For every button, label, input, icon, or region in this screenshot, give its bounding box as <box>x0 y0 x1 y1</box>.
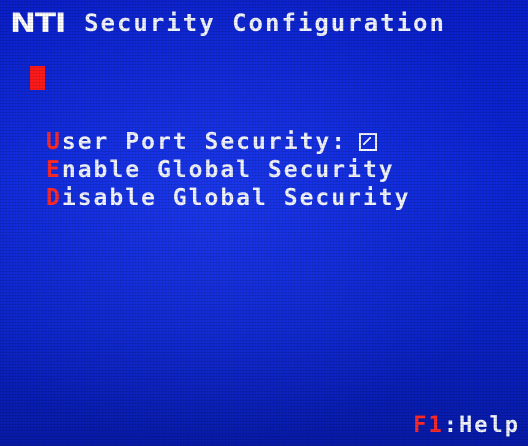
hotkey-letter: E <box>46 157 62 183</box>
menu-item-user-port-security[interactable]: User Port Security: <box>46 128 411 156</box>
title-bar: NTI Security Configuration <box>10 4 446 42</box>
help-hint[interactable]: F1:Help <box>413 413 520 438</box>
help-label: :Help <box>443 413 520 438</box>
text-cursor <box>30 66 45 90</box>
menu-item-label: ser Port Security: <box>61 129 348 155</box>
menu-item-disable-global-security[interactable]: Disable Global Security <box>46 184 411 212</box>
hotkey-letter: D <box>46 185 62 211</box>
page-title: Security Configuration <box>84 9 446 37</box>
security-menu: User Port Security: Enable Global Securi… <box>46 128 411 212</box>
menu-item-label: nable Global Security <box>61 157 395 183</box>
menu-item-enable-global-security[interactable]: Enable Global Security <box>46 156 411 184</box>
nti-logo: NTI <box>10 7 66 39</box>
help-key: F1 <box>413 413 444 438</box>
hotkey-letter: U <box>46 129 62 155</box>
user-port-security-checkbox[interactable] <box>359 133 378 151</box>
menu-item-label: isable Global Security <box>61 185 411 211</box>
kvm-osd-screen: NTI Security Configuration User Port Sec… <box>0 0 528 446</box>
